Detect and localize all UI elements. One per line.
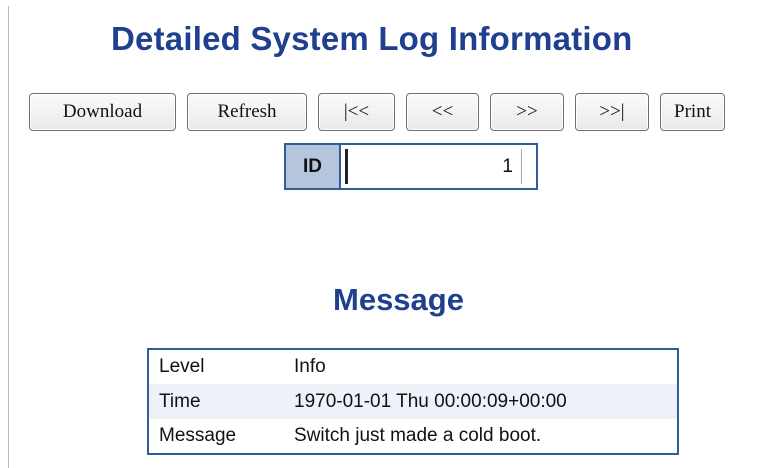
time-value: 1970-01-01 Thu 00:00:09+00:00	[294, 390, 567, 412]
page-title: Detailed System Log Information	[111, 20, 633, 57]
table-row-level: Level Info	[148, 349, 678, 384]
last-page-button[interactable]: >>|	[575, 93, 649, 131]
time-key: Time	[159, 390, 201, 412]
toolbar: Download Refresh |<< << >> >>| Print	[29, 93, 725, 131]
previous-page-button[interactable]: <<	[406, 93, 479, 131]
print-button[interactable]: Print	[660, 93, 725, 131]
message-value: Switch just made a cold boot.	[294, 425, 542, 446]
id-selector: ID	[284, 143, 538, 190]
message-key: Message	[159, 425, 237, 446]
next-page-button[interactable]: >>	[490, 93, 564, 131]
id-input-wrapper	[341, 145, 536, 188]
level-key: Level	[159, 356, 205, 377]
level-value: Info	[294, 356, 326, 377]
table-row-message: Message Switch just made a cold boot.	[148, 419, 678, 454]
message-table: Level Info Time 1970-01-01 Thu 00:00:09+…	[147, 348, 679, 455]
table-row-time: Time 1970-01-01 Thu 00:00:09+00:00	[148, 384, 678, 419]
message-section-title: Message	[333, 282, 464, 317]
id-label: ID	[286, 145, 341, 188]
first-page-button[interactable]: |<<	[318, 93, 395, 131]
id-input[interactable]	[345, 149, 522, 184]
refresh-button[interactable]: Refresh	[187, 93, 307, 131]
frame-left-border	[8, 6, 9, 468]
download-button[interactable]: Download	[29, 93, 176, 131]
